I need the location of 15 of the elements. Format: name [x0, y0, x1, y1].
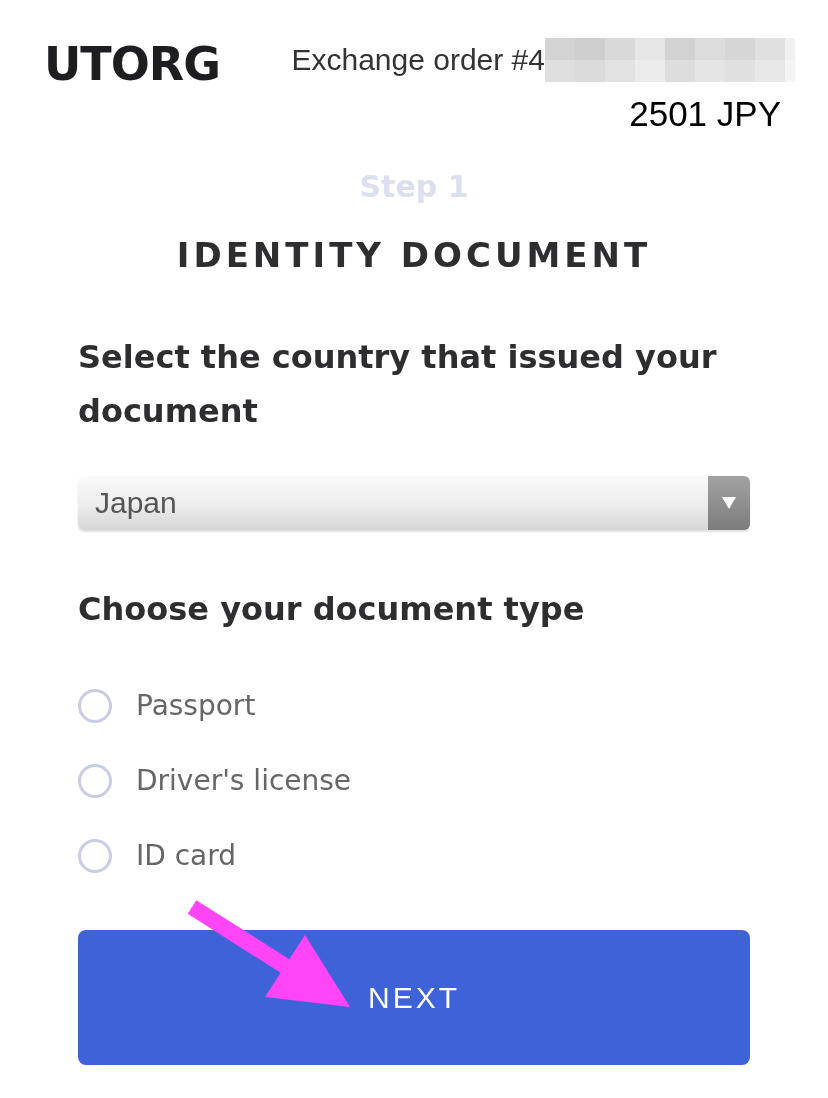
radio-option[interactable]: Driver's license [78, 761, 750, 801]
radio-button-icon[interactable] [78, 689, 112, 723]
logo: UTORG [44, 38, 221, 90]
dropdown-caret-icon[interactable] [708, 476, 750, 530]
radio-option[interactable]: ID card [78, 836, 750, 876]
order-amount: 2501 JPY [629, 93, 781, 135]
order-number-label: Exchange order #4 [291, 42, 545, 78]
country-question: Select the country that issued your document [78, 337, 718, 432]
country-select[interactable]: Japan [78, 476, 750, 530]
next-button[interactable]: NEXT [78, 930, 750, 1065]
radio-button-icon[interactable] [78, 764, 112, 798]
document-type-question: Choose your document type [78, 589, 586, 630]
section-title: IDENTITY DOCUMENT [175, 234, 653, 277]
radio-option[interactable]: Passport [78, 686, 750, 726]
radio-button-icon[interactable] [78, 839, 112, 873]
